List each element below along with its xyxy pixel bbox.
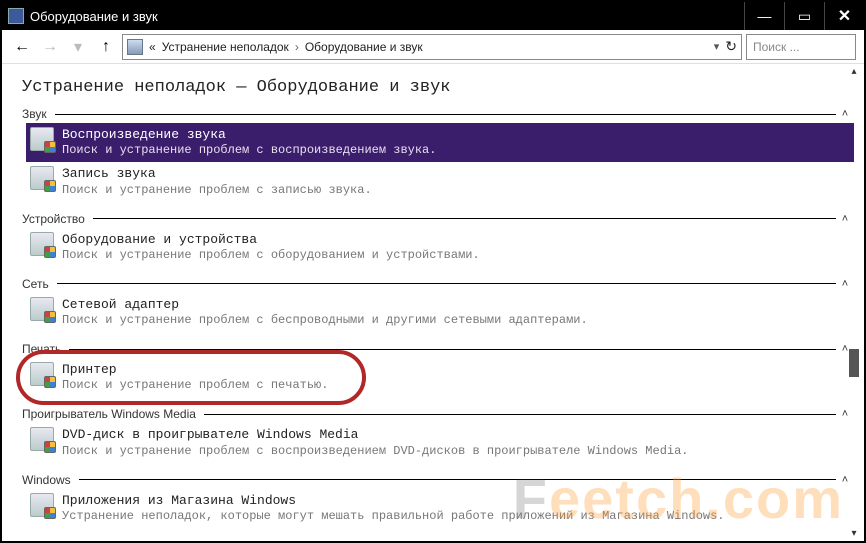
item-icon — [30, 297, 54, 321]
breadcrumb-1[interactable]: Устранение неполадок — [162, 40, 289, 54]
dropdown-icon[interactable]: ▾ — [714, 40, 720, 53]
item-icon — [30, 166, 54, 190]
item-title: DVD-диск в проигрывателе Windows Media — [62, 427, 689, 443]
item-text: Приложения из Магазина WindowsУстранение… — [62, 493, 725, 524]
troubleshooter-item[interactable]: DVD-диск в проигрывателе Windows MediaПо… — [26, 423, 854, 462]
item-description: Поиск и устранение проблем с оборудовани… — [62, 248, 480, 263]
troubleshooter-item[interactable]: Приложения из Магазина WindowsУстранение… — [26, 489, 854, 528]
group-header[interactable]: Устройство˄ — [22, 212, 854, 226]
group: Звук˄Воспроизведение звукаПоиск и устран… — [22, 107, 854, 202]
item-description: Поиск и устранение проблем с печатью. — [62, 378, 328, 393]
up-button[interactable]: ↑ — [94, 35, 118, 59]
item-icon — [30, 232, 54, 256]
group-label: Windows — [22, 473, 71, 487]
troubleshooter-item[interactable]: ПринтерПоиск и устранение проблем с печа… — [26, 358, 854, 397]
breadcrumb-2[interactable]: Оборудование и звук — [305, 40, 423, 54]
group-label: Устройство — [22, 212, 85, 226]
item-text: Запись звукаПоиск и устранение проблем с… — [62, 166, 372, 197]
item-text: Воспроизведение звукаПоиск и устранение … — [62, 127, 436, 158]
scroll-up-icon[interactable]: ▴ — [851, 66, 856, 77]
group-label: Печать — [22, 342, 61, 356]
group-header[interactable]: Печать˄ — [22, 342, 854, 356]
breadcrumb-prefix: « — [149, 40, 156, 54]
item-icon — [30, 493, 54, 517]
group-label: Звук — [22, 107, 47, 121]
troubleshooter-item[interactable]: Запись звукаПоиск и устранение проблем с… — [26, 162, 854, 201]
group-label: Проигрыватель Windows Media — [22, 407, 196, 421]
item-text: ПринтерПоиск и устранение проблем с печа… — [62, 362, 328, 393]
item-description: Поиск и устранение проблем с записью зву… — [62, 183, 372, 198]
troubleshooter-item[interactable]: Оборудование и устройстваПоиск и устране… — [26, 228, 854, 267]
nav-bar: ← → ▾ ↑ « Устранение неполадок › Оборудо… — [2, 30, 864, 64]
scrollbar[interactable]: ▴ ▾ — [846, 66, 862, 539]
address-bar[interactable]: « Устранение неполадок › Оборудование и … — [122, 34, 742, 60]
group-divider — [79, 479, 836, 480]
scroll-down-icon[interactable]: ▾ — [851, 528, 856, 539]
forward-button[interactable]: → — [38, 35, 62, 59]
search-placeholder: Поиск ... — [753, 40, 800, 54]
group: Печать˄ ПринтерПоиск и устранение проблем… — [22, 342, 854, 397]
back-button[interactable]: ← — [10, 35, 34, 59]
item-description: Поиск и устранение проблем с беспроводны… — [62, 313, 588, 328]
group-divider — [204, 414, 836, 415]
minimize-button[interactable]: — — [744, 2, 784, 30]
group-divider — [69, 349, 836, 350]
refresh-button[interactable]: ↻ — [725, 38, 737, 55]
item-text: DVD-диск в проигрывателе Windows MediaПо… — [62, 427, 689, 458]
group-header[interactable]: Звук˄ — [22, 107, 854, 121]
group-divider — [93, 218, 836, 219]
group-header[interactable]: Проигрыватель Windows Media˄ — [22, 407, 854, 421]
content-area: Устранение неполадок — Оборудование и зв… — [2, 64, 864, 541]
group-divider — [55, 114, 836, 115]
breadcrumb-separator: › — [295, 40, 299, 54]
close-button[interactable]: ✕ — [824, 2, 864, 30]
group: Проигрыватель Windows Media˄ DVD-диск в п… — [22, 407, 854, 462]
item-icon — [30, 127, 54, 151]
app-icon — [8, 8, 24, 24]
item-icon — [30, 362, 54, 386]
group-label: Сеть — [22, 277, 49, 291]
item-icon — [30, 427, 54, 451]
item-title: Запись звука — [62, 166, 372, 182]
item-text: Сетевой адаптерПоиск и устранение пробле… — [62, 297, 588, 328]
group-divider — [57, 283, 836, 284]
item-title: Принтер — [62, 362, 328, 378]
group: Сеть˄ Сетевой адаптерПоиск и устранение п… — [22, 277, 854, 332]
search-input[interactable]: Поиск ... — [746, 34, 856, 60]
recent-button[interactable]: ▾ — [66, 35, 90, 59]
item-description: Устранение неполадок, которые могут меша… — [62, 509, 725, 524]
item-description: Поиск и устранение проблем с воспроизвед… — [62, 143, 436, 158]
group-header[interactable]: Windows˄ — [22, 473, 854, 487]
group-header[interactable]: Сеть˄ — [22, 277, 854, 291]
item-description: Поиск и устранение проблем с воспроизвед… — [62, 444, 689, 459]
title-bar: Оборудование и звук — ▭ ✕ — [2, 2, 864, 30]
location-icon — [127, 39, 143, 55]
window-title: Оборудование и звук — [30, 9, 744, 24]
item-title: Воспроизведение звука — [62, 127, 436, 143]
item-title: Сетевой адаптер — [62, 297, 588, 313]
item-text: Оборудование и устройстваПоиск и устране… — [62, 232, 480, 263]
troubleshooter-item[interactable]: Сетевой адаптерПоиск и устранение пробле… — [26, 293, 854, 332]
item-title: Оборудование и устройства — [62, 232, 480, 248]
group: Windows˄ Приложения из Магазина WindowsУс… — [22, 473, 854, 528]
group: Устройство˄ Оборудование и устройстваПоис… — [22, 212, 854, 267]
page-title: Устранение неполадок — Оборудование и зв… — [22, 78, 854, 97]
item-title: Приложения из Магазина Windows — [62, 493, 725, 509]
scroll-thumb[interactable] — [849, 349, 859, 377]
troubleshooter-item[interactable]: Воспроизведение звукаПоиск и устранение … — [26, 123, 854, 162]
maximize-button[interactable]: ▭ — [784, 2, 824, 30]
